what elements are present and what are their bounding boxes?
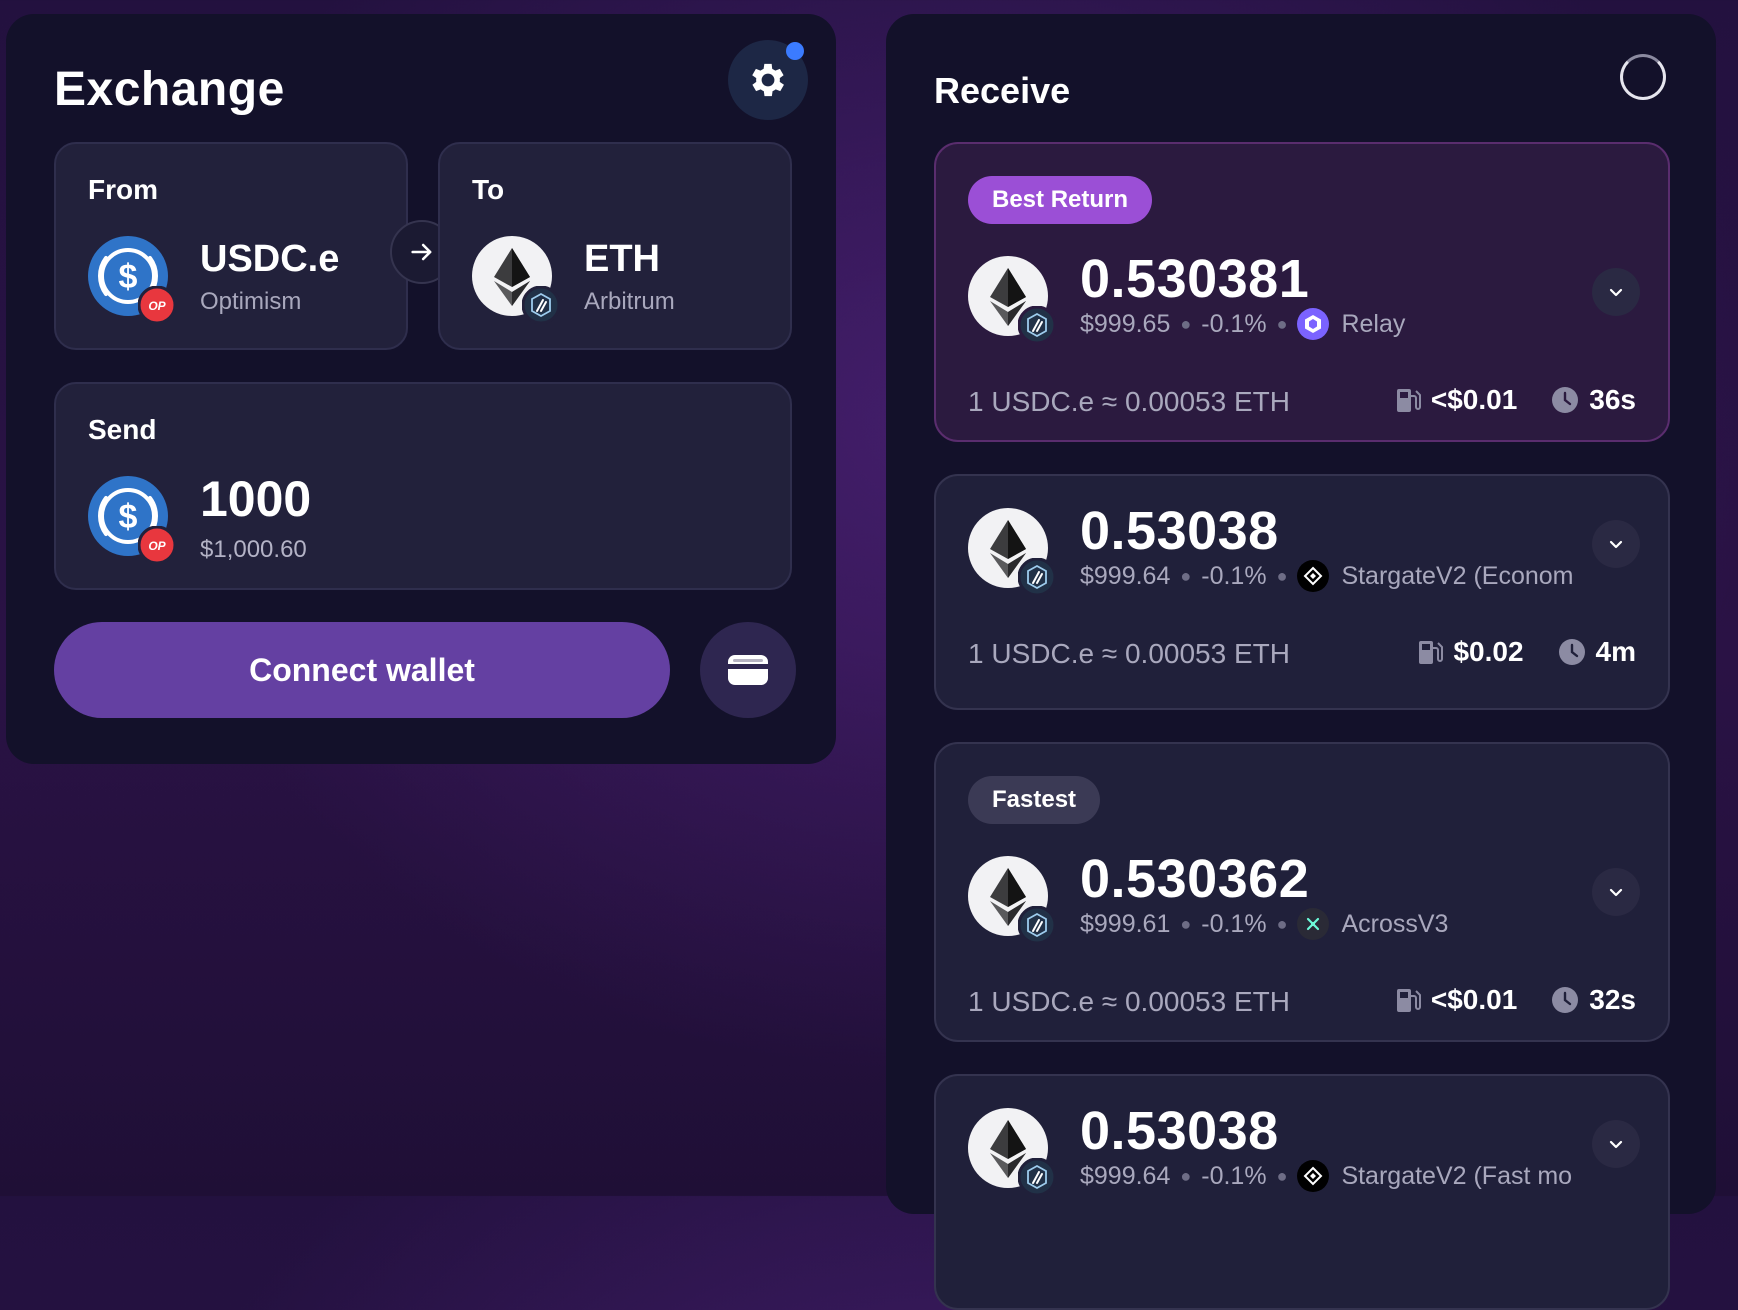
from-token-name: USDC.e — [200, 238, 340, 280]
quote-gas: <$0.01 — [1430, 384, 1518, 415]
arbitrum-chain-badge-icon — [1018, 558, 1056, 596]
quote-usd: $999.64 — [1080, 1161, 1171, 1190]
quote-stats: <$0.01 36s — [1395, 384, 1636, 416]
gas-pump-icon — [1396, 989, 1421, 1012]
quote-change: -0.1% — [1201, 1161, 1267, 1190]
quote-card[interactable]: 0.53038 $999.64 ● -0.1% ● StargateV2 (Ec… — [934, 474, 1670, 710]
quote-change: -0.1% — [1201, 561, 1267, 590]
quote-rate: 1 USDC.e ≈ 0.00053 ETH — [968, 386, 1290, 417]
gear-icon — [752, 63, 784, 97]
expand-quote-button[interactable] — [1592, 268, 1640, 316]
quote-rate: 1 USDC.e ≈ 0.00053 ETH — [968, 638, 1290, 669]
quote-usd: $999.61 — [1080, 909, 1171, 938]
quote-meta: $999.64 ● -0.1% ● StargateV2 (Fast mo — [1080, 1160, 1572, 1192]
across-provider-icon — [1297, 908, 1330, 940]
to-chain-name: Arbitrum — [584, 288, 675, 315]
quote-provider: Relay — [1341, 309, 1406, 338]
quote-amount: 0.530381 — [1080, 249, 1310, 309]
send-amount-card[interactable]: Send $ OP 1000 $1,000.60 — [54, 382, 792, 590]
quote-stats: <$0.01 32s — [1395, 984, 1636, 1016]
quote-change: -0.1% — [1201, 909, 1267, 938]
to-label: To — [472, 174, 505, 205]
svg-text:$: $ — [119, 258, 138, 296]
quote-stats: $0.02 4m — [1417, 636, 1636, 668]
quote-gas: $0.02 — [1453, 636, 1524, 667]
loading-spinner-icon — [1620, 54, 1666, 100]
optimism-chain-badge-icon: OP — [138, 526, 176, 564]
quote-meta: $999.64 ● -0.1% ● StargateV2 (Econom — [1080, 560, 1574, 592]
gas-pump-icon — [1396, 389, 1421, 412]
receive-panel: Receive Best Return 0.530381 $999.65 ● -… — [886, 14, 1716, 1310]
chevron-down-icon — [1609, 888, 1623, 897]
expand-quote-button[interactable] — [1592, 520, 1640, 568]
quote-amount: 0.530362 — [1080, 849, 1310, 909]
send-label: Send — [88, 414, 157, 445]
quote-provider: StargateV2 (Fast mo — [1341, 1161, 1573, 1190]
svg-text:OP: OP — [148, 539, 166, 553]
send-usd-value: $1,000.60 — [200, 536, 307, 563]
to-token-name: ETH — [584, 238, 660, 280]
arbitrum-chain-badge-icon — [1018, 906, 1056, 944]
from-chain-name: Optimism — [200, 288, 302, 315]
exchange-panel: Exchange From $ OP USDC.e Optimism To ET… — [6, 14, 836, 764]
svg-text:$: $ — [119, 498, 138, 536]
best-return-badge: Best Return — [968, 176, 1153, 224]
wallet-button[interactable] — [700, 622, 796, 718]
quote-meta: $999.61 ● -0.1% ● AcrossV3 — [1080, 908, 1448, 940]
quote-amount: 0.53038 — [1080, 1101, 1279, 1161]
quote-usd: $999.65 — [1080, 309, 1171, 338]
quote-card[interactable]: Fastest 0.530362 $999.61 ● -0.1% ● Acros… — [934, 742, 1670, 1042]
quote-gas: <$0.01 — [1430, 984, 1518, 1015]
clock-icon — [1552, 987, 1579, 1013]
arrow-right-icon — [411, 243, 432, 261]
to-token-selector[interactable]: To ETH Arbitrum — [438, 142, 792, 350]
chevron-down-icon — [1609, 540, 1623, 549]
arbitrum-chain-badge-icon — [1018, 1158, 1056, 1196]
clock-icon — [1558, 639, 1585, 665]
quote-card[interactable]: Best Return 0.530381 $999.65 ● -0.1% ● R… — [934, 142, 1670, 442]
quote-rate: 1 USDC.e ≈ 0.00053 ETH — [968, 986, 1290, 1017]
quote-time: 4m — [1595, 636, 1636, 667]
expand-quote-button[interactable] — [1592, 868, 1640, 916]
quote-change: -0.1% — [1201, 309, 1267, 338]
quote-amount: 0.53038 — [1080, 501, 1279, 561]
gas-pump-icon — [1419, 641, 1444, 664]
stargate-provider-icon — [1297, 1160, 1330, 1192]
fastest-badge: Fastest — [968, 776, 1101, 824]
notification-dot — [786, 42, 804, 60]
chevron-down-icon — [1609, 288, 1623, 297]
wallet-icon — [728, 655, 768, 685]
quote-time: 32s — [1589, 984, 1636, 1015]
expand-quote-button[interactable] — [1592, 1120, 1640, 1168]
quote-card[interactable]: 0.53038 $999.64 ● -0.1% ● StargateV2 (Fa… — [934, 1074, 1670, 1310]
chevron-down-icon — [1609, 1140, 1623, 1149]
optimism-chain-badge-icon: OP — [138, 286, 176, 324]
svg-text:OP: OP — [148, 299, 166, 313]
from-label: From — [88, 174, 158, 205]
stargate-provider-icon — [1297, 560, 1330, 592]
relay-provider-icon — [1297, 308, 1330, 340]
exchange-title: Exchange — [54, 63, 285, 116]
receive-title: Receive — [934, 70, 1071, 111]
arbitrum-chain-badge-icon — [522, 286, 560, 324]
send-amount-input[interactable]: 1000 — [200, 470, 311, 528]
clock-icon — [1552, 387, 1579, 413]
quote-meta: $999.65 ● -0.1% ● Relay — [1080, 308, 1405, 340]
from-token-selector[interactable]: From $ OP USDC.e Optimism — [54, 142, 408, 350]
quote-provider: StargateV2 (Econom — [1341, 561, 1574, 590]
arbitrum-chain-badge-icon — [1018, 306, 1056, 344]
quote-time: 36s — [1589, 384, 1636, 415]
quote-usd: $999.64 — [1080, 561, 1171, 590]
quote-provider: AcrossV3 — [1341, 909, 1449, 938]
connect-wallet-button[interactable]: Connect wallet — [54, 622, 670, 718]
